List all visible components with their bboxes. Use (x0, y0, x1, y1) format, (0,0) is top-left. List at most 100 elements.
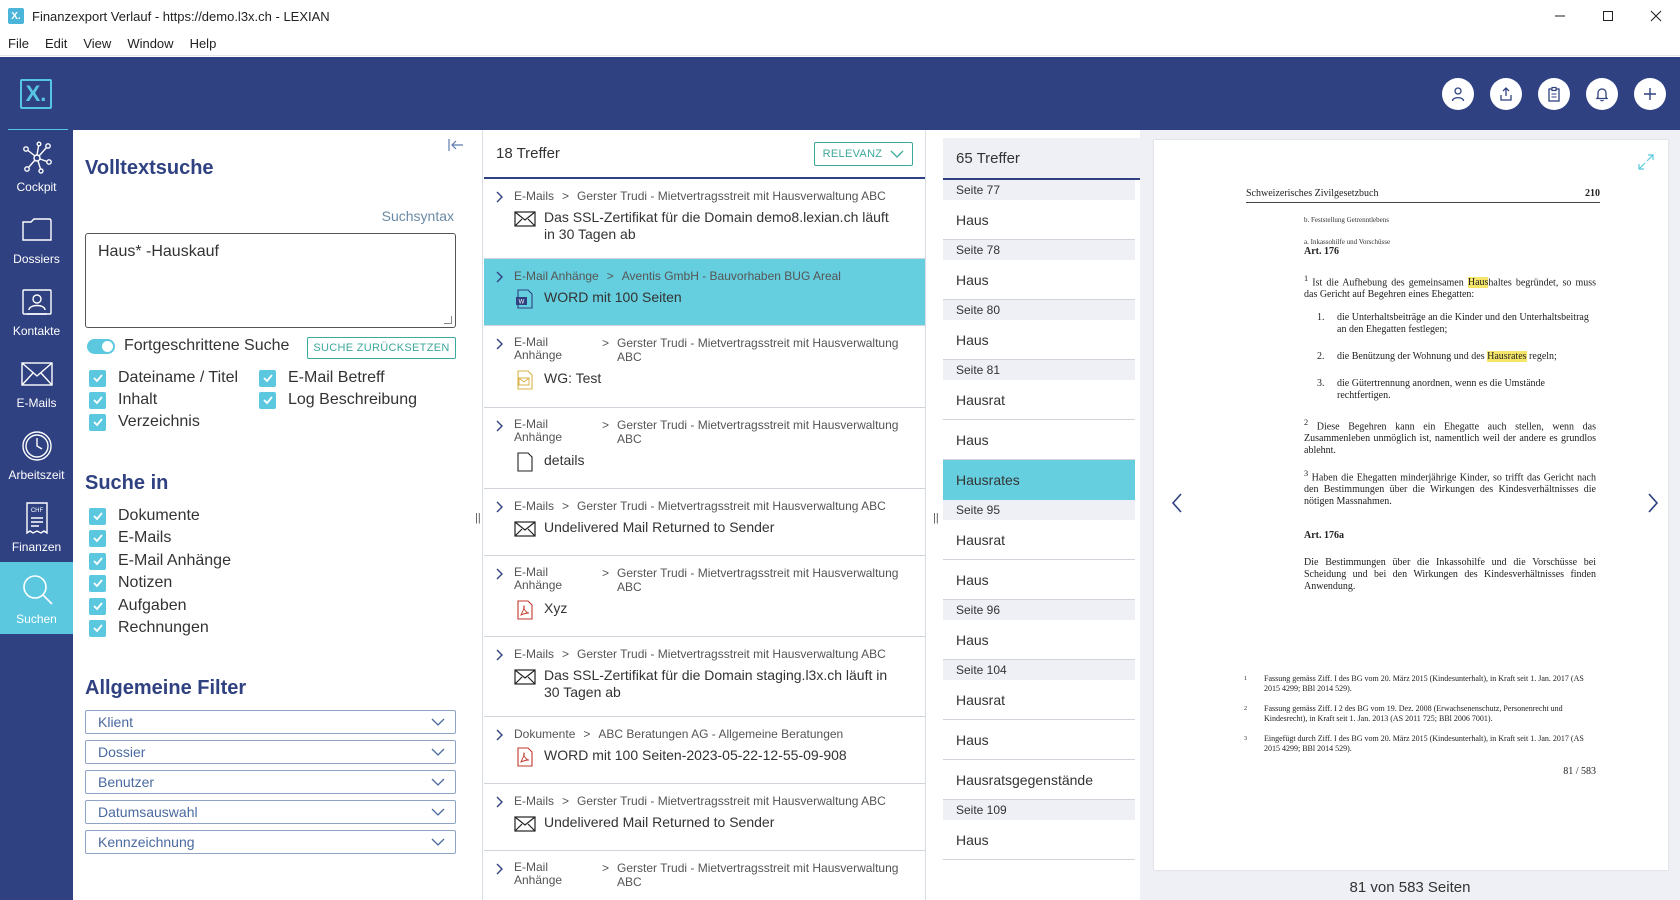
reset-search-button[interactable]: SUCHE ZURÜCKSETZEN (307, 337, 456, 359)
nav-emails[interactable]: E-Mails (0, 346, 73, 418)
page-hit[interactable]: Haus (943, 620, 1135, 660)
user-dropdown[interactable]: Benutzer (85, 770, 456, 794)
search-syntax-link[interactable]: Suchsyntax (382, 208, 454, 224)
scope-checkbox-attachments[interactable]: E-Mail Anhänge (89, 552, 231, 570)
page-hit[interactable]: Haus (943, 720, 1135, 760)
checkbox-checked[interactable] (89, 529, 106, 547)
advanced-search-toggle[interactable] (87, 338, 115, 354)
page-hit[interactable]: Hausrat (943, 680, 1135, 720)
checkbox-checked[interactable] (89, 413, 106, 431)
clipboard-button[interactable] (1538, 78, 1570, 110)
field-checkbox-directory[interactable]: Verzeichnis (89, 413, 200, 431)
network-icon (22, 141, 52, 174)
expand-icon[interactable] (1638, 154, 1654, 170)
result-item[interactable]: E-Mail Anhänge > Gerster Trudi - Mietvertr… (484, 851, 925, 900)
result-item[interactable]: E-Mails > Gerster Trudi - Mietvertragsstre… (484, 784, 925, 851)
chevron-right-icon[interactable] (496, 863, 504, 875)
page-hit[interactable]: Hausratsgegenstände (943, 760, 1135, 800)
date-dropdown[interactable]: Datumsauswahl (85, 800, 456, 824)
page-hit[interactable]: Haus (943, 560, 1135, 600)
notifications-button[interactable] (1586, 78, 1618, 110)
result-item[interactable]: E-Mails > Gerster Trudi - Mietvertragsstre… (484, 637, 925, 717)
page-hit[interactable]: Haus (943, 420, 1135, 460)
minimize-button[interactable] (1536, 0, 1584, 32)
page-hit[interactable]: Hausrat (943, 520, 1135, 560)
dossier-dropdown[interactable]: Dossier (85, 740, 456, 764)
scope-checkbox-tasks[interactable]: Aufgaben (89, 597, 187, 615)
chevron-right-icon[interactable] (496, 649, 504, 661)
client-dropdown[interactable]: Klient (85, 710, 456, 734)
checkbox-checked[interactable] (89, 369, 106, 387)
resize-handle[interactable] (444, 316, 452, 324)
result-item[interactable]: Dokumente > ABC Beratungen AG - Allgemeine… (484, 717, 925, 784)
field-checkbox-log[interactable]: Log Beschreibung (259, 391, 417, 409)
page-hit[interactable]: Haus (943, 320, 1135, 360)
chevron-right-icon[interactable] (496, 271, 504, 283)
page-label: Seite 78 (943, 240, 1135, 260)
chevron-right-icon[interactable] (496, 420, 504, 432)
chevron-right-icon[interactable] (496, 568, 504, 580)
nav-suchen[interactable]: Suchen (0, 562, 73, 634)
maximize-button[interactable] (1584, 0, 1632, 32)
nav-finanzen[interactable]: CHF Finanzen (0, 490, 73, 562)
collapse-panel-icon[interactable] (448, 138, 464, 157)
checkbox-checked[interactable] (89, 552, 106, 570)
result-title: Xyz (544, 600, 568, 616)
page-hit-selected[interactable]: Hausrates (943, 460, 1135, 500)
menu-edit[interactable]: Edit (45, 36, 67, 51)
page-hit[interactable]: Haus (943, 820, 1135, 860)
field-checkbox-content[interactable]: Inhalt (89, 391, 157, 409)
sort-relevance-button[interactable]: RELEVANZ (814, 141, 913, 166)
close-button[interactable] (1632, 0, 1680, 32)
doc-text: die Unterhaltsbeiträge an die Kinder und… (1337, 312, 1589, 335)
nav-arbeitszeit[interactable]: Arbeitszeit (0, 418, 73, 490)
scope-checkbox-documents[interactable]: Dokumente (89, 507, 200, 525)
scope-checkbox-notes[interactable]: Notizen (89, 574, 172, 592)
page-hit[interactable]: Hausrat (943, 380, 1135, 420)
splitter-handle-left[interactable]: || (475, 512, 481, 524)
nav-cockpit[interactable]: Cockpit (0, 130, 73, 202)
tag-dropdown[interactable]: Kennzeichnung (85, 830, 456, 854)
doc-text: Haben die Ehegatten minderjährige Kinder… (1304, 472, 1597, 508)
result-item[interactable]: E-Mail Anhänge > Gerster Trudi - Mietvertr… (484, 408, 925, 489)
splitter-handle-right[interactable]: || (933, 512, 939, 524)
chevron-right-icon[interactable] (496, 191, 504, 203)
chevron-right-icon[interactable] (496, 796, 504, 808)
menu-file[interactable]: File (8, 36, 29, 51)
scope-checkbox-emails[interactable]: E-Mails (89, 529, 171, 547)
menu-window[interactable]: Window (127, 36, 173, 51)
lexian-logo[interactable]: X. (20, 79, 52, 109)
checkbox-checked[interactable] (89, 597, 106, 615)
field-checkbox-email-subject[interactable]: E-Mail Betreff (259, 369, 385, 387)
checkbox-checked[interactable] (89, 391, 106, 409)
add-button[interactable] (1634, 78, 1666, 110)
page-hit[interactable]: Haus (943, 260, 1135, 300)
checkbox-checked[interactable] (89, 507, 106, 525)
nav-kontakte[interactable]: Kontakte (0, 274, 73, 346)
result-item-selected[interactable]: E-Mail Anhänge > Aventis GmbH - Bauvorhabe… (484, 259, 925, 326)
menu-help[interactable]: Help (190, 36, 217, 51)
chevron-right-icon[interactable] (496, 501, 504, 513)
search-query-input[interactable]: Haus* -Hauskauf (85, 233, 456, 328)
scope-checkbox-invoices[interactable]: Rechnungen (89, 619, 209, 637)
page-hit[interactable]: Haus (943, 200, 1135, 240)
upload-button[interactable] (1490, 78, 1522, 110)
user-button[interactable] (1442, 78, 1474, 110)
result-item[interactable]: E-Mail Anhänge > Gerster Trudi - Mietvertr… (484, 326, 925, 408)
checkbox-checked[interactable] (89, 619, 106, 637)
chevron-right-icon[interactable] (496, 338, 504, 350)
next-page-icon[interactable] (1646, 492, 1660, 514)
result-item[interactable]: E-Mails > Gerster Trudi - Mietvertragsstre… (484, 179, 925, 259)
document-page[interactable]: Schweizerisches Zivilgesetzbuch 210 b. F… (1154, 140, 1668, 870)
checkbox-checked[interactable] (259, 391, 276, 409)
checkbox-checked[interactable] (89, 574, 106, 592)
result-path: ABC Beratungen AG - Allgemeine Beratunge… (598, 727, 844, 741)
checkbox-checked[interactable] (259, 369, 276, 387)
prev-page-icon[interactable] (1170, 492, 1184, 514)
chevron-right-icon[interactable] (496, 729, 504, 741)
result-item[interactable]: E-Mail Anhänge > Gerster Trudi - Mietvertr… (484, 556, 925, 637)
result-item[interactable]: E-Mails > Gerster Trudi - Mietvertragsstre… (484, 489, 925, 556)
nav-dossiers[interactable]: Dossiers (0, 202, 73, 274)
field-checkbox-filename[interactable]: Dateiname / Titel (89, 369, 238, 387)
menu-view[interactable]: View (83, 36, 111, 51)
